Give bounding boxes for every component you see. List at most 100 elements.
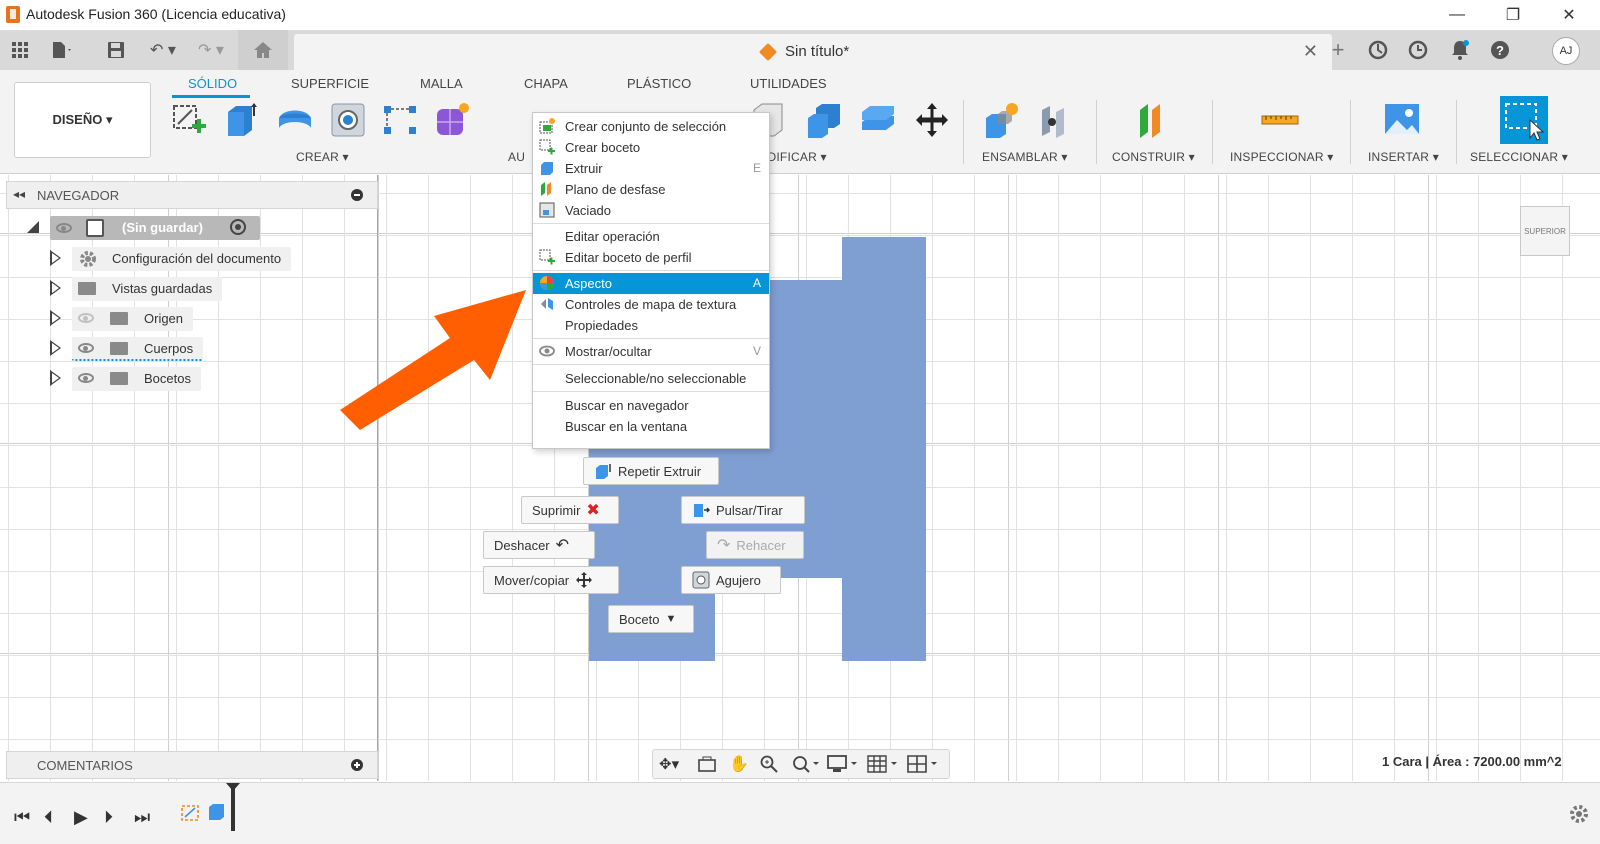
timeline-extrude-feature-icon[interactable] (206, 801, 228, 823)
group-construir-label[interactable]: CONSTRUIR ▾ (1112, 150, 1195, 164)
measure-icon[interactable] (1260, 100, 1300, 140)
document-tab[interactable]: Sin título* ✕ (294, 34, 1332, 70)
tab-plastico[interactable]: PLÁSTICO (627, 76, 691, 91)
navigator-item[interactable]: Bocetos (50, 366, 360, 392)
menu-item-selectable[interactable]: Seleccionable/no seleccionable (533, 368, 769, 389)
tab-malla[interactable]: MALLA (420, 76, 463, 91)
timeline-marker[interactable] (231, 787, 235, 831)
fit-icon[interactable] (791, 754, 823, 774)
redo-icon[interactable]: ↷ ▾ (194, 38, 228, 62)
group-ensamblar-label[interactable]: ENSAMBLAR ▾ (982, 150, 1068, 164)
group-seleccionar-label[interactable]: SELECCIONAR ▾ (1470, 150, 1568, 164)
group-automatizar-label[interactable]: AU (508, 150, 525, 164)
navigator-root-row[interactable]: (Sin guardar) (26, 216, 386, 242)
sketch-dropdown-button[interactable]: Boceto ▼ (608, 605, 694, 633)
display-settings-icon[interactable] (827, 754, 861, 774)
move-copy-button[interactable]: Mover/copiar (483, 566, 619, 594)
hole-button[interactable]: Agujero (681, 566, 781, 594)
app-grid-icon[interactable] (8, 38, 32, 62)
tab-solido[interactable]: SÓLIDO (188, 76, 237, 91)
repeat-extrude-button[interactable]: Repetir Extruir (583, 457, 719, 485)
expand-triangle-icon[interactable] (50, 340, 61, 356)
group-insertar-label[interactable]: INSERTAR ▾ (1368, 150, 1439, 164)
timeline-sketch-feature-icon[interactable] (180, 803, 202, 823)
navigator-item[interactable]: Vistas guardadas (50, 276, 360, 302)
redo-button[interactable]: ↷ Rehacer (706, 531, 804, 559)
look-at-icon[interactable] (697, 754, 719, 774)
undo-icon[interactable]: ↶ ▾ (146, 38, 180, 62)
viewports-icon[interactable] (907, 754, 941, 774)
activate-radio-icon[interactable] (230, 219, 246, 235)
hole-icon[interactable] (328, 100, 368, 140)
press-pull-button[interactable]: Pulsar/Tirar (681, 496, 805, 524)
pattern-icon[interactable] (380, 100, 420, 140)
go-to-end-icon[interactable]: ⏭ (134, 807, 150, 828)
close-window-button[interactable]: ✕ (1546, 0, 1592, 30)
expand-triangle-icon[interactable] (50, 280, 61, 296)
menu-item-find-in-browser[interactable]: Buscar en navegador (533, 395, 769, 416)
hidden-eye-icon[interactable] (78, 313, 94, 323)
expand-triangle-icon[interactable] (26, 220, 40, 234)
user-avatar[interactable]: AJ (1552, 37, 1580, 65)
visibility-eye-icon[interactable] (56, 223, 72, 233)
extensions-icon[interactable] (1366, 38, 1390, 62)
menu-item-create-sketch[interactable]: Crear boceto (533, 137, 769, 158)
viewcube[interactable]: SUPERIOR (1520, 206, 1570, 256)
visibility-eye-icon[interactable] (78, 343, 94, 353)
delete-button[interactable]: Suprimir ✖ (521, 496, 619, 524)
orbit-icon[interactable]: ✥▾ (659, 755, 679, 773)
timeline-marker-head[interactable] (226, 783, 240, 791)
offset-plane-icon[interactable] (1134, 100, 1174, 140)
collapse-panel-icon[interactable]: ◂◂ (13, 187, 25, 201)
job-status-icon[interactable] (1406, 38, 1430, 62)
undo-button[interactable]: Deshacer ↶ (483, 531, 595, 559)
tab-chapa[interactable]: CHAPA (524, 76, 568, 91)
extrude-icon[interactable] (222, 100, 262, 140)
step-back-icon[interactable]: ⏴ (44, 807, 53, 828)
help-icon[interactable]: ? (1488, 38, 1512, 62)
menu-item-offset-plane[interactable]: Plano de desfase (533, 179, 769, 200)
visibility-eye-icon[interactable] (78, 373, 94, 383)
group-inspeccionar-label[interactable]: INSPECCIONAR ▾ (1230, 150, 1334, 164)
select-icon[interactable] (1500, 96, 1548, 144)
navigator-item[interactable]: Cuerpos (50, 336, 360, 362)
form-icon[interactable] (432, 100, 472, 140)
menu-item-properties[interactable]: Propiedades (533, 315, 769, 336)
timeline-settings-gear-icon[interactable] (1568, 803, 1590, 825)
menu-item-edit-feature[interactable]: Editar operación (533, 226, 769, 247)
navigator-minimize-icon[interactable] (351, 189, 363, 201)
insert-image-icon[interactable] (1382, 100, 1422, 140)
menu-item-texture-map-controls[interactable]: Controles de mapa de textura (533, 294, 769, 315)
menu-item-create-selection-set[interactable]: Crear conjunto de selección (533, 116, 769, 137)
menu-item-appearance[interactable]: Aspecto A (533, 273, 769, 294)
menu-item-extrude[interactable]: Extruir E (533, 158, 769, 179)
new-component-icon[interactable] (982, 100, 1022, 140)
close-document-icon[interactable]: ✕ (1303, 41, 1318, 62)
menu-item-find-in-window[interactable]: Buscar en la ventana (533, 416, 769, 437)
group-crear-label[interactable]: CREAR ▾ (296, 150, 349, 164)
menu-item-show-hide[interactable]: Mostrar/ocultar V (533, 341, 769, 362)
navigator-item[interactable]: Origen (50, 306, 360, 332)
grid-settings-icon[interactable] (867, 754, 901, 774)
notifications-bell-icon[interactable] (1448, 38, 1472, 62)
offset-face-icon[interactable] (858, 100, 898, 140)
play-icon[interactable]: ▶ (74, 807, 88, 828)
workspace-switcher-button[interactable]: DISEÑO ▾ (14, 82, 151, 158)
tab-superficie[interactable]: SUPERFICIE (291, 76, 369, 91)
comments-expand-icon[interactable] (351, 759, 363, 771)
tab-utilidades[interactable]: UTILIDADES (750, 76, 827, 91)
step-forward-icon[interactable]: ⏵ (104, 807, 113, 828)
menu-item-edit-profile-sketch[interactable]: Editar boceto de perfil (533, 247, 769, 268)
joint-icon[interactable] (1036, 100, 1076, 140)
file-menu-icon[interactable] (50, 38, 74, 62)
move-icon[interactable] (912, 100, 952, 140)
go-to-start-icon[interactable]: ⏮ (14, 807, 30, 828)
revolve-icon[interactable] (275, 100, 315, 140)
create-sketch-icon[interactable] (170, 100, 210, 140)
zoom-icon[interactable] (759, 754, 781, 774)
expand-triangle-icon[interactable] (50, 370, 61, 386)
pan-hand-icon[interactable]: ✋ (729, 754, 749, 774)
menu-item-shell[interactable]: Vaciado (533, 200, 769, 221)
navigator-item[interactable]: Configuración del documento (50, 246, 360, 272)
save-icon[interactable] (104, 38, 128, 62)
